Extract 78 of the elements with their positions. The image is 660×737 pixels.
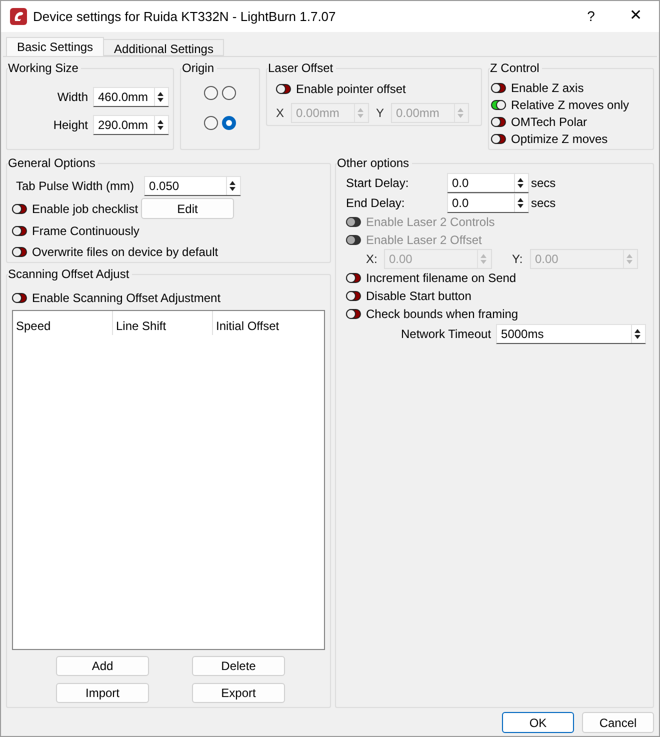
button[interactable]: Import: [56, 683, 149, 703]
spin-arrows-icon[interactable]: [517, 177, 524, 189]
group-title: Working Size: [8, 61, 82, 75]
spin-field[interactable]: 0.0: [447, 193, 529, 213]
button[interactable]: Cancel: [582, 712, 654, 733]
app-logo-icon: [10, 8, 27, 25]
toggle-label: Enable pointer offset: [296, 80, 406, 98]
toggle-label: Relative Z moves only: [511, 96, 630, 114]
field-label: Y: [376, 105, 384, 122]
button[interactable]: Delete: [192, 656, 285, 676]
column-header[interactable]: Speed: [13, 311, 113, 335]
toggle-label: Enable Laser 2 Offset: [366, 232, 482, 249]
toggle-switch[interactable]: [12, 292, 27, 302]
button[interactable]: OK: [502, 712, 574, 733]
button[interactable]: Export: [192, 683, 285, 703]
spin-field[interactable]: 460.0mm: [93, 87, 169, 107]
tab[interactable]: Basic Settings: [6, 37, 104, 56]
button[interactable]: Add: [56, 656, 149, 676]
field-label: Y:: [512, 251, 524, 268]
toggle-label: OMTech Polar: [511, 114, 588, 130]
spin-arrows-icon[interactable]: [157, 119, 164, 131]
group-title: Other options: [337, 156, 412, 170]
toggle-label: Enable Z axis: [511, 80, 584, 96]
group-title: Origin: [182, 61, 218, 75]
field-label: X: [276, 105, 284, 122]
origin-radio[interactable]: [204, 116, 218, 130]
unit-label: secs: [531, 175, 556, 192]
spin-field[interactable]: 5000ms: [496, 324, 646, 344]
spin-arrows-icon[interactable]: [517, 197, 524, 209]
toggle-switch[interactable]: [491, 134, 506, 144]
field-label: X:: [366, 251, 378, 268]
button[interactable]: Edit: [141, 198, 234, 219]
toggle-label: Overwrite files on device by default: [32, 244, 218, 262]
toggle-label: Increment filename on Send: [366, 270, 516, 287]
column-header[interactable]: Initial Offset: [213, 311, 313, 335]
toggle-label: Optimize Z moves: [511, 130, 608, 148]
close-button[interactable]: ✕: [613, 1, 659, 32]
group-title: General Options: [8, 156, 98, 170]
toggle-label: Enable Laser 2 Controls: [366, 214, 495, 231]
toggle-label: Check bounds when framing: [366, 306, 518, 323]
field-label: Tab Pulse Width (mm): [16, 178, 134, 195]
field-label: Network Timeout: [401, 326, 492, 343]
toggle-switch[interactable]: [491, 82, 506, 92]
group-title: Laser Offset: [268, 61, 336, 75]
table[interactable]: Speed Line Shift Initial Offset: [12, 310, 325, 650]
group-title: Scanning Offset Adjust: [8, 267, 132, 281]
group-title: Z Control: [490, 61, 542, 75]
spin-field[interactable]: 290.0mm: [93, 115, 169, 135]
field-label: Width: [57, 89, 88, 106]
toggle-label: Disable Start button: [366, 288, 472, 305]
spin-arrows-icon[interactable]: [229, 180, 236, 192]
toggle-switch[interactable]: [12, 226, 27, 236]
spin-field[interactable]: 0.0: [447, 173, 529, 193]
field-label: Height: [53, 117, 88, 134]
origin-radio[interactable]: [222, 116, 236, 130]
toggle-switch[interactable]: [491, 116, 506, 126]
toggle-switch[interactable]: [346, 291, 361, 301]
window-title: Device settings for Ruida KT332N - LightBurn 1.7.07: [33, 8, 337, 26]
origin-radio[interactable]: [204, 86, 218, 100]
toggle-switch[interactable]: [12, 247, 27, 258]
field-label: Start Delay:: [346, 175, 410, 192]
field-label: End Delay:: [346, 195, 406, 212]
toggle-switch[interactable]: [276, 84, 291, 94]
toggle-label: Enable job checklist: [32, 200, 138, 218]
toggle-label: Frame Continuously: [32, 222, 140, 240]
column-header[interactable]: Line Shift: [113, 311, 213, 335]
spin-field[interactable]: 0.050: [144, 176, 242, 196]
toggle-switch[interactable]: [491, 100, 506, 110]
toggle-switch[interactable]: [346, 309, 361, 319]
origin-radio[interactable]: [222, 86, 236, 100]
tab[interactable]: Additional Settings: [103, 39, 224, 56]
toggle-switch[interactable]: [12, 204, 27, 214]
spin-arrows-icon[interactable]: [157, 91, 164, 103]
toggle-label: Enable Scanning Offset Adjustment: [32, 290, 221, 306]
toggle-switch[interactable]: [346, 273, 361, 283]
help-button[interactable]: ?: [569, 1, 613, 32]
spin-arrows-icon[interactable]: [634, 328, 642, 340]
unit-label: secs: [531, 195, 556, 212]
